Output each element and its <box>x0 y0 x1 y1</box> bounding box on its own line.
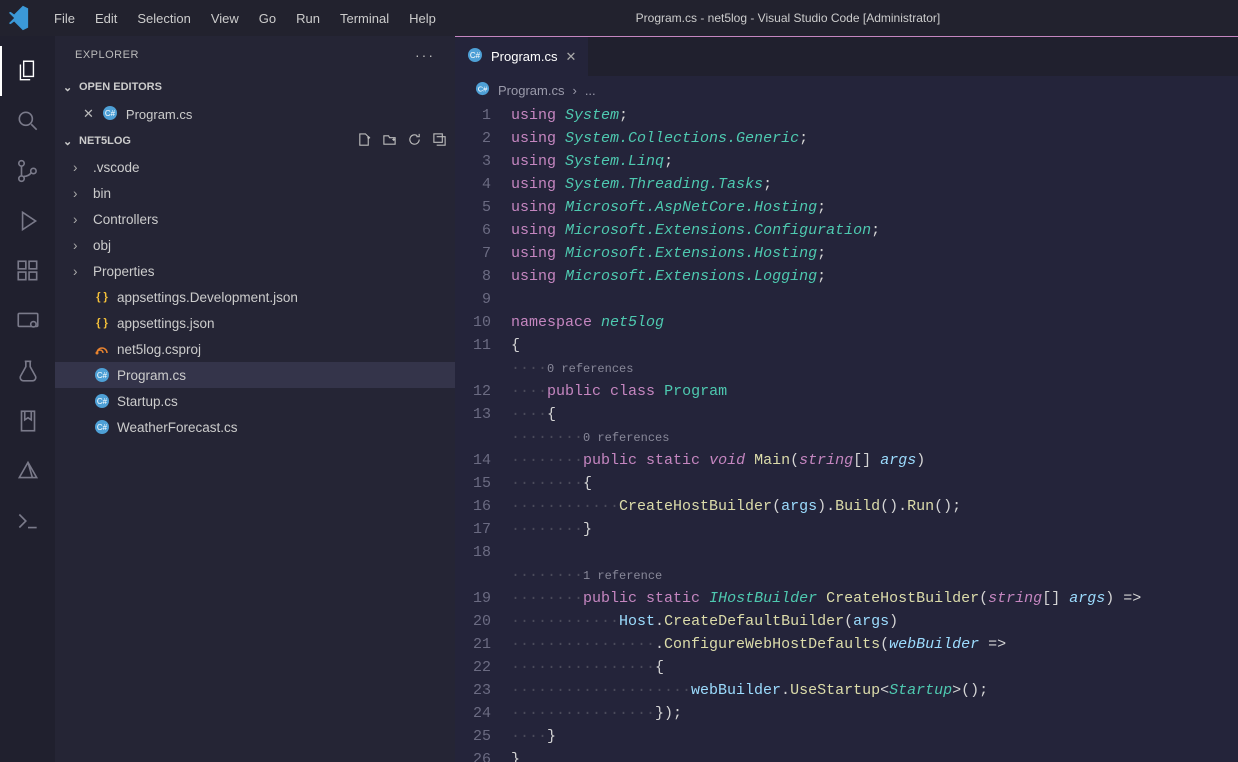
menu-help[interactable]: Help <box>399 7 446 30</box>
svg-text:C#: C# <box>97 371 108 380</box>
menu-go[interactable]: Go <box>249 7 286 30</box>
file-program-cs[interactable]: C#Program.cs <box>55 362 455 388</box>
breadcrumb-separator: › <box>572 83 576 98</box>
activity-azure[interactable] <box>0 446 55 496</box>
chevron-right-icon: › <box>73 212 87 227</box>
svg-text:C#: C# <box>97 397 108 406</box>
file-appsettings-json[interactable]: { }appsettings.json <box>55 310 455 336</box>
file-weatherforecast-cs[interactable]: C#WeatherForecast.cs <box>55 414 455 440</box>
chevron-right-icon: › <box>73 186 87 201</box>
folder-properties[interactable]: ›Properties <box>55 258 455 284</box>
folder-controllers[interactable]: ›Controllers <box>55 206 455 232</box>
new-folder-icon[interactable] <box>382 132 397 150</box>
titlebar: File Edit Selection View Go Run Terminal… <box>0 0 1238 36</box>
close-icon[interactable]: ✕ <box>83 106 94 122</box>
code-editor[interactable]: 1234567891011121314151617181920212223242… <box>455 104 1238 762</box>
menu-run[interactable]: Run <box>286 7 330 30</box>
activity-bookmarks[interactable] <box>0 396 55 446</box>
open-editor-filename: Program.cs <box>126 107 192 122</box>
project-name: NET5LOG <box>79 135 131 147</box>
activity-bar <box>0 36 55 762</box>
file-appsettings-development-json[interactable]: { }appsettings.Development.json <box>55 284 455 310</box>
activity-debug[interactable] <box>0 196 55 246</box>
activity-extensions[interactable] <box>0 246 55 296</box>
window-title: Program.cs - net5log - Visual Studio Cod… <box>446 11 1230 25</box>
tab-bar: C# Program.cs ✕ <box>455 36 1238 76</box>
menu-view[interactable]: View <box>201 7 249 30</box>
xml-icon <box>93 341 111 357</box>
csharp-icon: C# <box>93 393 111 409</box>
chevron-down-icon: ⌄ <box>63 81 75 94</box>
activity-explorer[interactable] <box>0 46 55 96</box>
csharp-icon: C# <box>102 105 118 124</box>
menu-selection[interactable]: Selection <box>127 7 200 30</box>
activity-remote[interactable] <box>0 296 55 346</box>
tab-program-cs[interactable]: C# Program.cs ✕ <box>455 37 588 76</box>
project-header[interactable]: ⌄ NET5LOG <box>55 128 455 154</box>
folder-bin[interactable]: ›bin <box>55 180 455 206</box>
breadcrumb[interactable]: C# Program.cs › ... <box>455 76 1238 104</box>
svg-text:C#: C# <box>470 51 481 60</box>
activity-source-control[interactable] <box>0 146 55 196</box>
svg-text:C#: C# <box>105 109 116 118</box>
file-tree: ›.vscode›bin›Controllers›obj›Properties{… <box>55 154 455 440</box>
svg-text:C#: C# <box>478 84 488 93</box>
folder-obj[interactable]: ›obj <box>55 232 455 258</box>
open-editors-label: OPEN EDITORS <box>79 81 162 93</box>
close-icon[interactable]: ✕ <box>565 49 576 65</box>
breadcrumb-more: ... <box>585 83 596 98</box>
breadcrumb-file: Program.cs <box>498 83 564 98</box>
chevron-right-icon: › <box>73 264 87 279</box>
sidebar-header: EXPLORER ··· <box>55 36 455 74</box>
menu-edit[interactable]: Edit <box>85 7 127 30</box>
menu-terminal[interactable]: Terminal <box>330 7 399 30</box>
open-editors-header[interactable]: ⌄ OPEN EDITORS <box>55 74 455 100</box>
csharp-icon: C# <box>93 419 111 435</box>
collapse-icon[interactable] <box>432 132 447 150</box>
json-icon: { } <box>93 291 111 303</box>
sidebar-title: EXPLORER <box>75 49 139 61</box>
chevron-right-icon: › <box>73 160 87 175</box>
chevron-down-icon: ⌄ <box>63 135 75 148</box>
menu-file[interactable]: File <box>44 7 85 30</box>
refresh-icon[interactable] <box>407 132 422 150</box>
line-gutter: 1234567891011121314151617181920212223242… <box>455 104 511 762</box>
csharp-icon: C# <box>93 367 111 383</box>
activity-search[interactable] <box>0 96 55 146</box>
csharp-icon: C# <box>475 81 490 99</box>
json-icon: { } <box>93 317 111 329</box>
folder--vscode[interactable]: ›.vscode <box>55 154 455 180</box>
chevron-right-icon: › <box>73 238 87 253</box>
vscode-logo-icon <box>8 4 36 32</box>
editor: C# Program.cs ✕ C# Program.cs › ... 1234… <box>455 36 1238 762</box>
svg-text:C#: C# <box>97 423 108 432</box>
file-net5log-csproj[interactable]: net5log.csproj <box>55 336 455 362</box>
new-file-icon[interactable] <box>357 132 372 150</box>
sidebar: EXPLORER ··· ⌄ OPEN EDITORS ✕ C# Program… <box>55 36 455 762</box>
tab-label: Program.cs <box>491 49 557 64</box>
csharp-icon: C# <box>467 47 483 66</box>
activity-terminal[interactable] <box>0 496 55 546</box>
open-editor-item[interactable]: ✕ C# Program.cs <box>55 100 455 128</box>
activity-testing[interactable] <box>0 346 55 396</box>
sidebar-more-icon[interactable]: ··· <box>415 47 435 63</box>
file-startup-cs[interactable]: C#Startup.cs <box>55 388 455 414</box>
code-content[interactable]: using System;using System.Collections.Ge… <box>511 104 1238 762</box>
